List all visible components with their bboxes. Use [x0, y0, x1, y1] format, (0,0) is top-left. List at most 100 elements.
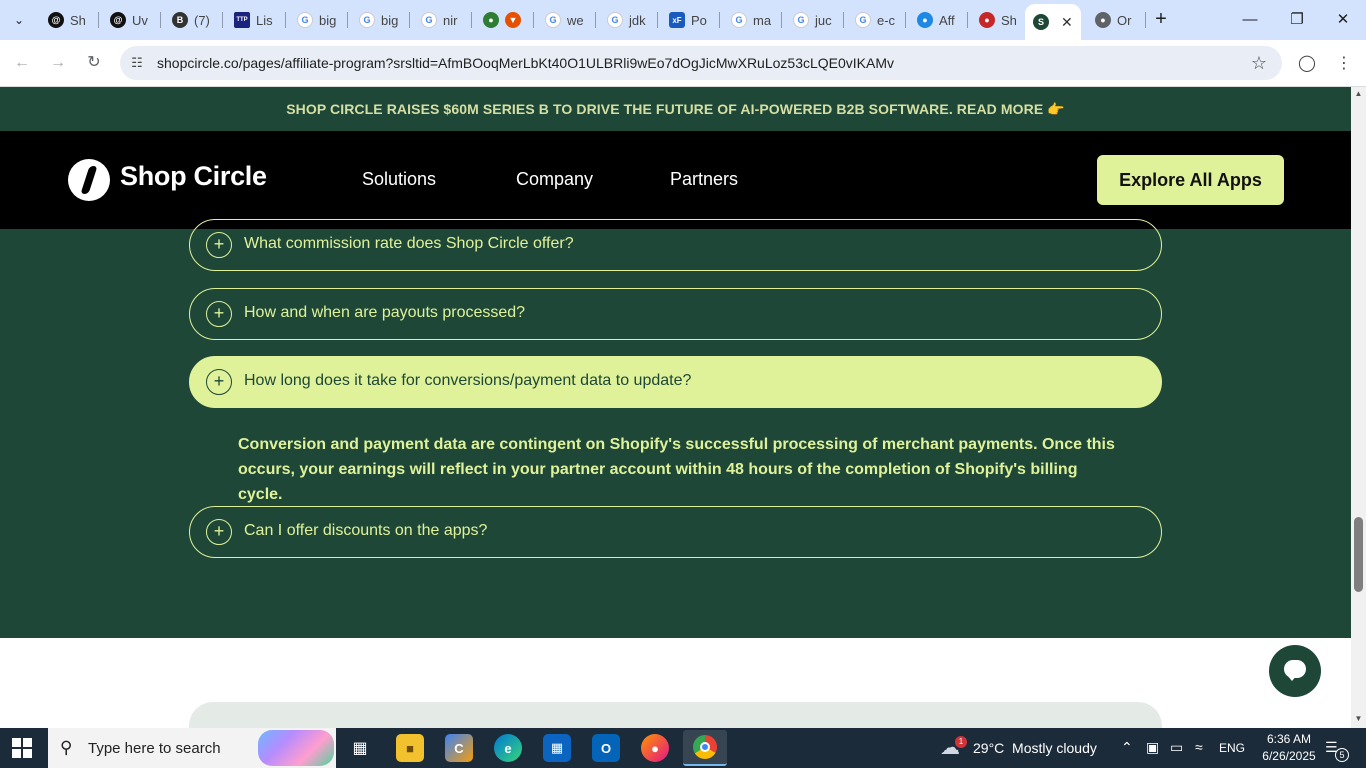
file-explorer-icon[interactable]: ■	[396, 734, 424, 762]
browser-tab[interactable]: Ge-c	[847, 6, 905, 34]
google-icon: G	[855, 12, 871, 28]
firefox-icon[interactable]: ●	[641, 734, 669, 762]
nav-company[interactable]: Company	[516, 169, 593, 190]
google-icon: G	[793, 12, 809, 28]
site-icon: ●	[979, 12, 995, 28]
browser-tab[interactable]: Gwe	[537, 6, 595, 34]
next-section-card	[189, 702, 1162, 728]
next-section	[0, 638, 1351, 728]
browser-tab[interactable]: ● Sh	[971, 6, 1027, 34]
explore-all-apps-button[interactable]: Explore All Apps	[1097, 155, 1284, 205]
ttp-icon: TTP	[234, 12, 250, 28]
url-text[interactable]: shopcircle.co/pages/affiliate-program?sr…	[157, 55, 894, 71]
browser-tab[interactable]: Gnir	[413, 6, 471, 34]
plus-icon: +	[206, 519, 232, 545]
menu-icon[interactable]: ⋮	[1332, 52, 1356, 76]
notification-count-badge: 5	[1335, 748, 1349, 762]
xf-icon: xF	[669, 12, 685, 28]
brave-icon: ▼	[505, 12, 521, 28]
windows-taskbar: ⚲ Type here to search ▦ ■ C e ▦ O ● ☁ 1 …	[0, 728, 1366, 768]
close-tab-icon[interactable]: ✕	[1061, 14, 1073, 31]
browser-tab[interactable]: @ Uv	[102, 6, 158, 34]
scrollbar-thumb[interactable]	[1354, 517, 1363, 592]
taskbar-clock[interactable]: 6:36 AM 6/26/2025	[1256, 731, 1322, 765]
nav-partners[interactable]: Partners	[670, 169, 738, 190]
browser-tab[interactable]: B (7)	[164, 6, 220, 34]
faq-item[interactable]: + What commission rate does Shop Circle …	[189, 219, 1162, 271]
faq-question: What commission rate does Shop Circle of…	[244, 235, 574, 252]
browser-tab[interactable]: Gjdk	[599, 6, 657, 34]
google-icon: G	[297, 12, 313, 28]
threads-icon: @	[110, 12, 126, 28]
faq-answer: Conversion and payment data are continge…	[238, 436, 1115, 503]
logo-text[interactable]: Shop Circle	[120, 161, 267, 192]
language-indicator[interactable]: ENG	[1219, 741, 1245, 755]
chrome-taskbar-button[interactable]	[683, 730, 727, 766]
threads-icon: @	[48, 12, 64, 28]
plus-icon: +	[206, 369, 232, 395]
browser-tab-active[interactable]: S ✕	[1025, 4, 1081, 40]
page-scrollbar[interactable]: ▲ ▼	[1351, 87, 1366, 728]
forward-button[interactable]: →	[45, 50, 71, 76]
shopcircle-logo-icon[interactable]	[68, 159, 110, 201]
restore-button[interactable]: ❐	[1282, 8, 1312, 32]
faq-item-open[interactable]: + How long does it take for conversions/…	[189, 356, 1162, 408]
site-icon: ●	[917, 12, 933, 28]
windows-start-icon[interactable]	[12, 738, 32, 758]
outlook-icon[interactable]: O	[592, 734, 620, 762]
minimize-button[interactable]: —	[1235, 8, 1265, 32]
browser-tab[interactable]: @ Sh	[40, 6, 96, 34]
globe-icon: ●	[1095, 12, 1111, 28]
reload-button[interactable]: ↻	[81, 50, 107, 76]
browser-tab[interactable]: ● Aff	[909, 6, 967, 34]
faq-question: How and when are payouts processed?	[244, 304, 526, 321]
clock-time: 6:36 AM	[1266, 732, 1312, 746]
back-button[interactable]: ←	[9, 50, 35, 76]
browser-tab[interactable]: ● Or	[1087, 6, 1143, 34]
faq-item[interactable]: + How and when are payouts processed?	[189, 288, 1162, 340]
edge-icon[interactable]: e	[494, 734, 522, 762]
wifi-icon[interactable]: ≈	[1195, 739, 1203, 755]
page-viewport: SHOP CIRCLE RAISES $60M SERIES B TO DRIV…	[0, 87, 1351, 728]
browser-tab[interactable]: xF Po	[661, 6, 719, 34]
taskbar-search-box[interactable]: ⚲ Type here to search	[48, 728, 336, 768]
browser-tab-bar: ⌄ @ Sh @ Uv B (7) TTP Lis Gbig Gbig Gnir ● ▼ …	[0, 0, 1366, 40]
site-header: Shop Circle Solutions Company Partners E…	[0, 131, 1351, 229]
meet-now-icon[interactable]: ▣	[1146, 739, 1159, 756]
scroll-up-arrow-icon[interactable]: ▲	[1351, 89, 1366, 101]
store-icon[interactable]: ▦	[543, 734, 571, 762]
address-bar[interactable]: ☷ shopcircle.co/pages/affiliate-program?…	[120, 46, 1282, 80]
shopcircle-icon: S	[1033, 14, 1049, 30]
new-tab-button[interactable]: +	[1150, 9, 1172, 31]
browser-tab[interactable]: Gbig	[289, 6, 347, 34]
search-icon: ⚲	[60, 738, 73, 757]
bookmark-star-icon[interactable]: ☆	[1248, 52, 1270, 74]
chat-widget-button[interactable]	[1269, 645, 1321, 697]
profile-icon[interactable]: ◯	[1295, 52, 1319, 76]
faq-question: How long does it take for conversions/pa…	[244, 372, 692, 389]
task-view-icon[interactable]: ▦	[346, 734, 374, 762]
browser-tab[interactable]: Gma	[723, 6, 781, 34]
battery-icon[interactable]: ▭	[1170, 739, 1183, 756]
site-info-icon[interactable]: ☷	[128, 54, 146, 72]
faq-question: Can I offer discounts on the apps?	[244, 522, 488, 539]
browser-tab[interactable]: TTP Lis	[226, 6, 284, 34]
nav-solutions[interactable]: Solutions	[362, 169, 436, 190]
faq-section: + What commission rate does Shop Circle …	[0, 219, 1351, 638]
show-hidden-icons-chevron-icon[interactable]: ⌃	[1121, 739, 1133, 756]
copilot-icon[interactable]: C	[445, 734, 473, 762]
announcement-bar[interactable]: SHOP CIRCLE RAISES $60M SERIES B TO DRIV…	[0, 87, 1351, 131]
weather-text[interactable]: 29°C Mostly cloudy	[973, 740, 1097, 756]
browser-tab[interactable]: Gbig	[351, 6, 409, 34]
scroll-down-arrow-icon[interactable]: ▼	[1351, 714, 1366, 726]
clock-date: 6/26/2025	[1262, 749, 1316, 763]
close-window-button[interactable]: ✕	[1328, 8, 1358, 32]
faq-item[interactable]: + Can I offer discounts on the apps?	[189, 506, 1162, 558]
browser-tab[interactable]: Gjuc	[785, 6, 843, 34]
search-highlight-image	[258, 730, 334, 766]
browser-toolbar: ← → ↻ ☷ shopcircle.co/pages/affiliate-pr…	[0, 40, 1366, 87]
notification-icon: B	[172, 12, 188, 28]
browser-tab[interactable]: ● ▼	[475, 6, 531, 34]
tab-search-dropdown[interactable]: ⌄	[6, 8, 32, 32]
google-icon: G	[607, 12, 623, 28]
